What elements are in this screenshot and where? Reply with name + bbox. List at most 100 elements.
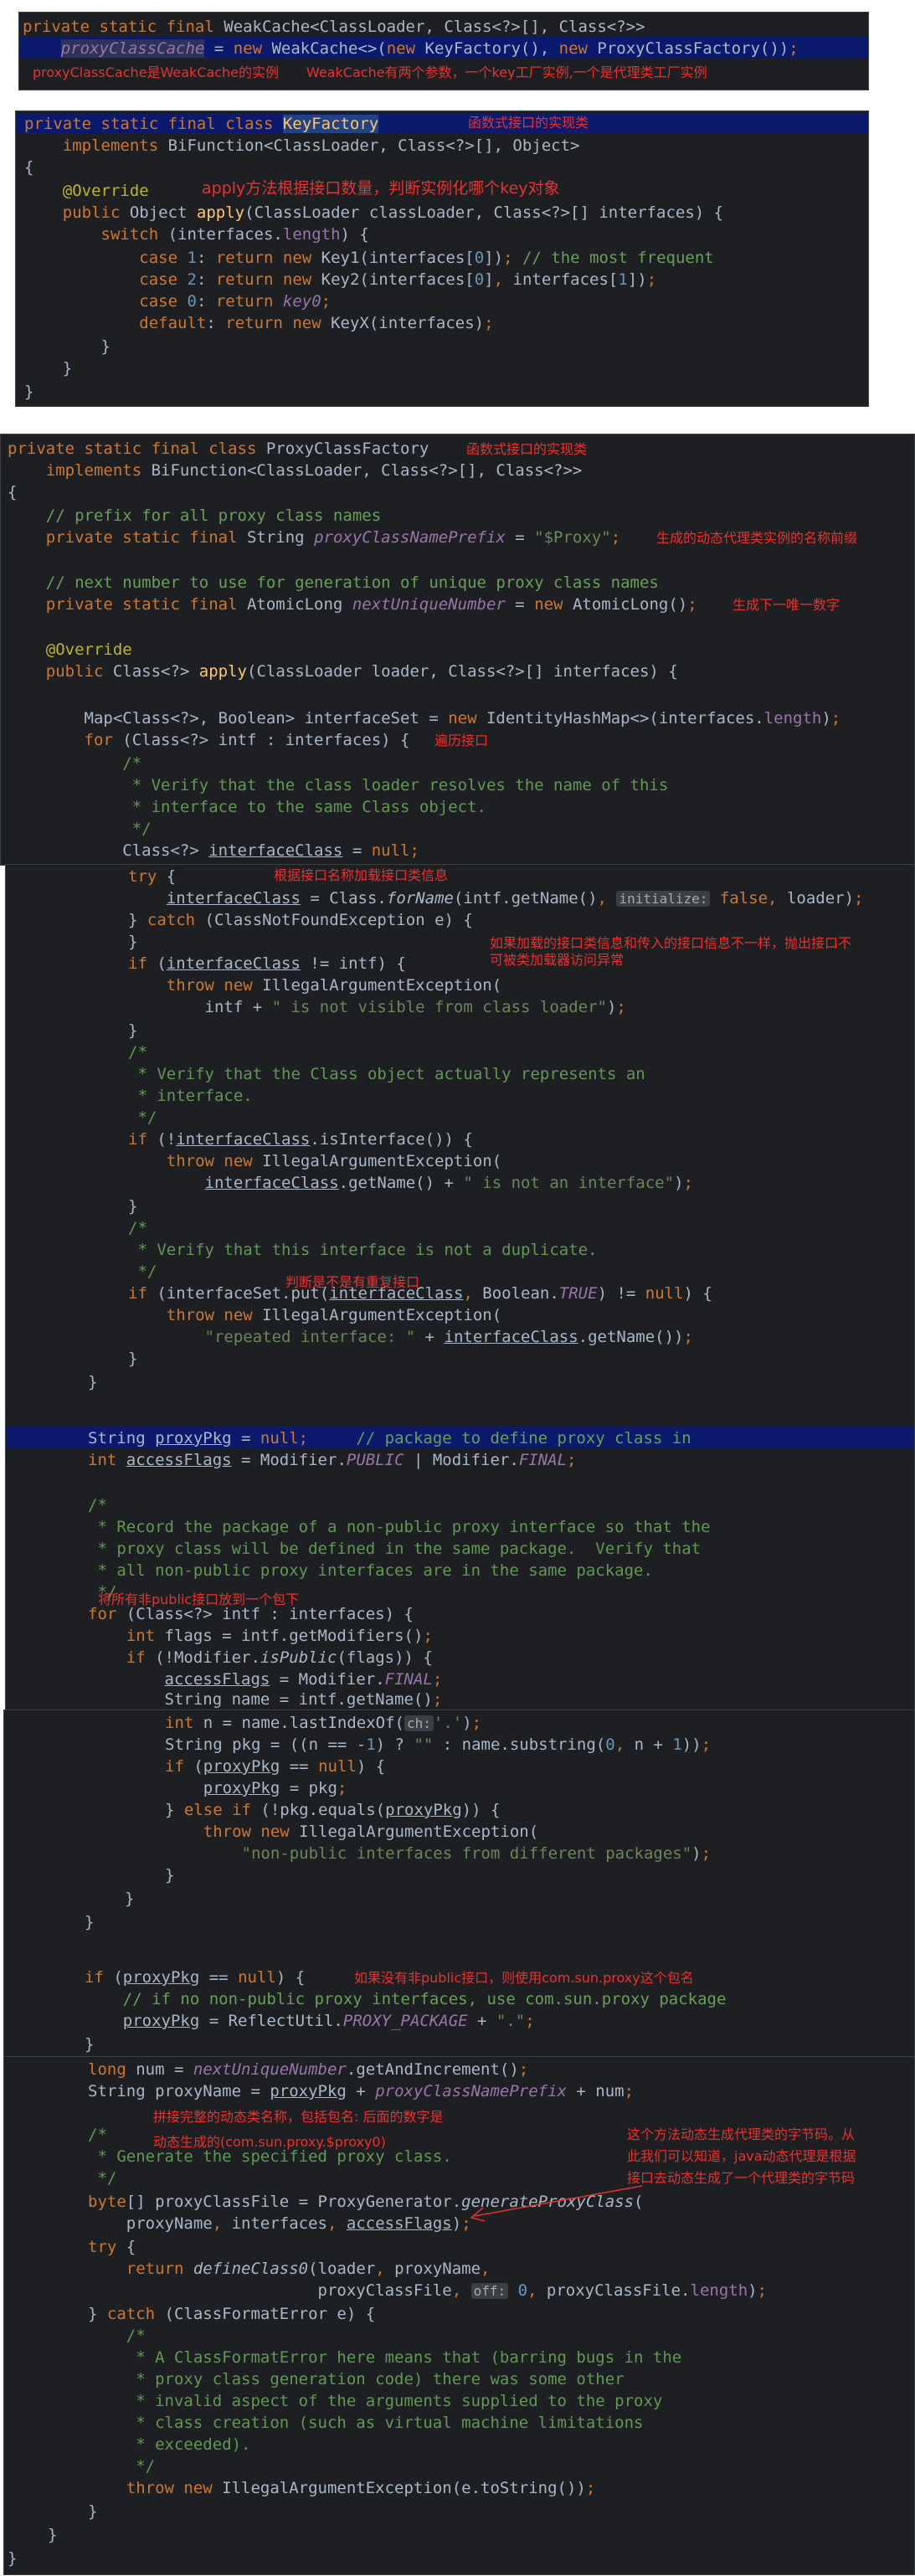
code-line: Map<Class<?>, Boolean> interfaceSet = ne… — [8, 709, 841, 728]
annotation-proxyclassfactory-title: 函数式接口的实现类 — [466, 441, 588, 457]
code-line: if (interfaceClass != intf) { — [128, 954, 406, 973]
code-line: } — [48, 2526, 58, 2544]
code-line: public Object apply(ClassLoader classLoa… — [62, 203, 724, 222]
code-line: if (!interfaceClass.isInterface()) { — [128, 1130, 473, 1149]
code-line: private static final class KeyFactory — [24, 115, 379, 133]
code-line: throw new IllegalArgumentException( — [203, 1823, 539, 1841]
code-line: // next number to use for generation of … — [45, 573, 659, 592]
code-line: // if no non-public proxy interfaces, us… — [122, 1990, 727, 2008]
code-line: */ — [131, 820, 152, 838]
annotation-weakcache-params: WeakCache有两个参数，一个key工厂实例,一个是代理类工厂实例 — [306, 64, 707, 80]
annotation-next-number: 生成下一唯一数字 — [733, 597, 840, 613]
code-block-proxy-package: int n = name.lastIndexOf(ch: '.'); String… — [3, 1710, 915, 2058]
code-line: String proxyName = proxyPkg + proxyClass… — [88, 2082, 635, 2100]
code-line: */ — [137, 1108, 157, 1127]
code-line: /* — [128, 1043, 147, 1062]
code-line: } — [88, 2502, 98, 2521]
code-line: if (proxyPkg == null) { — [85, 1968, 306, 1987]
code-line: } — [88, 1373, 98, 1391]
code-line: "non-public interfaces from different pa… — [241, 1844, 712, 1863]
code-block-keyfactory: private static final class KeyFactory im… — [15, 111, 869, 407]
code-line: } catch (ClassNotFoundException e) { — [128, 911, 473, 929]
code-line: } — [24, 337, 111, 356]
code-line: } — [128, 1350, 138, 1368]
code-line: int flags = intf.getModifiers(); — [126, 1627, 433, 1645]
code-line: /* — [126, 2327, 146, 2345]
code-line: "repeated interface: " + interfaceClass.… — [204, 1328, 693, 1346]
code-line: private static final AtomicLong nextUniq… — [45, 595, 697, 614]
code-line: } — [24, 383, 34, 401]
code-line: long num = nextUniqueNumber.getAndIncrem… — [88, 2060, 529, 2079]
code-line: String pkg = ((n == -1) ? "" : name.subs… — [165, 1735, 712, 1754]
code-line: * exceeded). — [136, 2435, 251, 2454]
code-line: throw new IllegalArgumentException(e.toS… — [126, 2479, 596, 2497]
code-line: } catch (ClassFormatError e) { — [88, 2305, 376, 2323]
code-line: implements BiFunction<ClassLoader, Class… — [62, 136, 580, 155]
code-line: interfaceClass.getName() + " is not an i… — [204, 1174, 693, 1192]
code-line: proxyName, interfaces, accessFlags); — [88, 2214, 471, 2233]
code-line: @Override — [62, 182, 149, 200]
code-line: if (!Modifier.isPublic(flags)) { — [126, 1648, 433, 1667]
annotation-nonpublic-package: 将所有非public接口放到一个包下 — [98, 1591, 300, 1607]
code-line: * interface. — [137, 1087, 253, 1105]
annotation-class-mismatch: 如果加载的接口类信息和传入的接口信息不一样，抛出接口不 可被类加载器访问异常 — [490, 935, 852, 968]
annotation-load-class: 根据接口名称加载接口类信息 — [274, 867, 449, 883]
code-line: } — [128, 933, 138, 951]
code-line: return defineClass0(loader, proxyName, — [126, 2260, 491, 2278]
code-line: throw new IllegalArgumentException( — [166, 1152, 502, 1170]
code-line: } — [85, 2035, 95, 2054]
code-line: switch (interfaces.length) { — [100, 225, 369, 244]
code-line: proxyPkg = ReflectUtil.PROXY_PACKAGE + "… — [122, 2012, 535, 2030]
param-hint-off: off: — [470, 2283, 509, 2299]
code-line: public Class<?> apply(ClassLoader loader… — [45, 662, 678, 681]
code-line: } — [128, 1197, 138, 1216]
code-line: /* — [122, 754, 142, 773]
code-line: String name = intf.getName(); — [88, 1690, 443, 1709]
annotation-apply: apply方法根据接口数量，判断实例化哪个key对象 — [202, 179, 560, 198]
code-line: // prefix for all proxy class names — [45, 506, 382, 525]
code-line: for (Class<?> intf : interfaces) { — [84, 731, 410, 749]
annotation-keyfactory-title: 函数式接口的实现类 — [468, 115, 589, 131]
code-line: } — [85, 1913, 95, 1931]
param-hint-initialize: initialize: — [616, 891, 711, 907]
code-line: private static final class ProxyClassFac… — [8, 440, 429, 458]
code-line: int n = name.lastIndexOf(ch: '.'); — [165, 1714, 482, 1732]
code-line: interfaceClass = Class.forName(intf.getN… — [166, 889, 864, 908]
code-block-generate-proxy: long num = nextUniqueNumber.getAndIncrem… — [3, 2056, 915, 2575]
code-line: /* — [88, 1496, 107, 1514]
annotation-loop-interfaces: 遍历接口 — [434, 733, 489, 748]
annotation-default-package: 如果没有非public接口，则使用com.sun.proxy这个包名 — [354, 1970, 694, 1986]
code-line: default: return new KeyX(interfaces); — [139, 314, 494, 332]
code-line: throw new IllegalArgumentException( — [166, 976, 502, 995]
code-line: * all non-public proxy interfaces are in… — [97, 1561, 653, 1580]
code-line: } — [128, 1021, 138, 1040]
code-line: case 1: return new Key1(interfaces[0]); … — [139, 249, 714, 267]
annotation-duplicate-check: 判断是不是有重复接口 — [285, 1274, 420, 1290]
code-line: proxyPkg = pkg; — [203, 1779, 347, 1797]
param-hint-ch: ch: — [404, 1715, 434, 1731]
code-line: intf + " is not visible from class loade… — [128, 998, 626, 1016]
code-line: } — [165, 1866, 175, 1884]
code-line: { — [24, 158, 34, 177]
annotation-generate-bytecode: 这个方法动态生成代理类的字节码。从 此我们可以知道，java动态代理是根据 接口… — [627, 2126, 856, 2186]
code-line: * Record the package of a non-public pro… — [97, 1518, 711, 1536]
annotation-proxyclasscache: proxyClassCache是WeakCache的实例 — [33, 64, 280, 80]
code-line: case 0: return key0; — [139, 292, 332, 311]
code-line: try { — [128, 867, 177, 886]
annotation-proxy-name-example: 动态生成的(com.sun.proxy.$proxy0) — [153, 2134, 386, 2150]
code-line: } — [8, 2549, 18, 2568]
code-line: case 2: return new Key2(interfaces[0], i… — [139, 270, 657, 289]
code-line: private static final WeakCache<ClassLoad… — [23, 18, 645, 36]
code-line: try { — [88, 2238, 136, 2256]
code-block-proxyclassfactory: private static final class ProxyClassFac… — [0, 434, 915, 866]
code-line: if (interfaceSet.put(interfaceClass, Boo… — [128, 1284, 712, 1303]
code-line: * proxy class generation code) there was… — [136, 2370, 625, 2388]
code-line: accessFlags = Modifier.FINAL; — [164, 1670, 443, 1689]
code-line: throw new IllegalArgumentException( — [166, 1306, 502, 1324]
code-line: * A ClassFormatError here means that (ba… — [136, 2348, 682, 2367]
annotation-arrow — [470, 2185, 643, 2222]
code-line: * Verify that the class loader resolves … — [131, 776, 669, 794]
code-line: */ — [137, 1262, 157, 1281]
code-line: } — [24, 359, 73, 378]
code-line: * Verify that this interface is not a du… — [137, 1241, 598, 1259]
